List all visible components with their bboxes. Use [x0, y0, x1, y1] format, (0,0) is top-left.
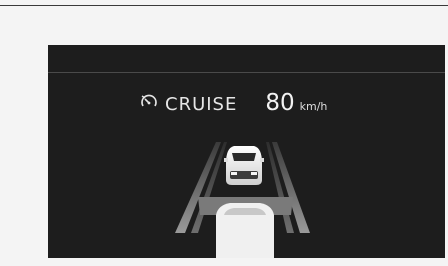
- top-divider: [0, 5, 448, 6]
- preceding-vehicle-icon: [224, 146, 264, 185]
- cluster-display: CRUISE 80 km/h: [48, 45, 445, 258]
- lane-graphic: [175, 142, 310, 258]
- own-vehicle-icon: [216, 203, 274, 258]
